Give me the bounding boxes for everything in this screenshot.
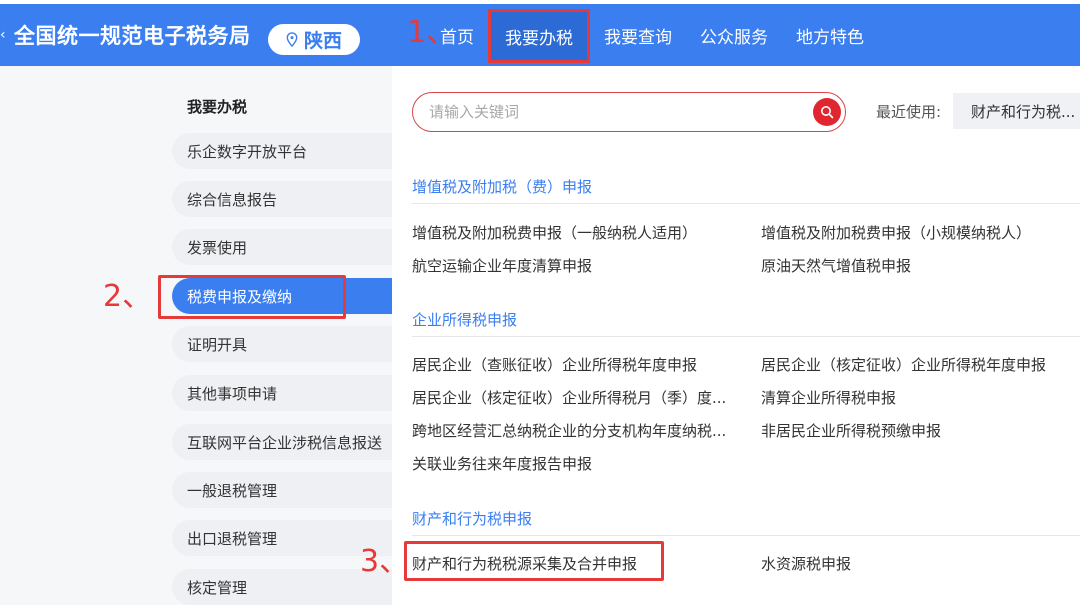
- main-nav: 首页 我要办税 我要查询 公众服务 地方特色: [440, 4, 878, 66]
- region-label: 陕西: [303, 30, 342, 52]
- sidebar-title: 我要办税: [187, 98, 248, 116]
- sidebar-item-internet-platform[interactable]: 互联网平台企业涉税信息报送: [172, 424, 392, 460]
- nav-query[interactable]: 我要查询: [590, 4, 686, 66]
- link-cit-liquidation[interactable]: 清算企业所得税申报: [761, 387, 896, 408]
- section-title-vat: 增值税及附加税（费）申报: [412, 178, 593, 196]
- link-air-transport[interactable]: 航空运输企业年度清算申报: [412, 255, 592, 276]
- sidebar-item-assessment[interactable]: 核定管理: [172, 569, 392, 605]
- sidebar-item-info-report[interactable]: 综合信息报告: [172, 181, 392, 217]
- sidebar-item-refund[interactable]: 一般退税管理: [172, 472, 392, 508]
- annotation-step-2: 2、: [103, 279, 153, 314]
- annotation-box-sidebar: [158, 275, 346, 319]
- region-selector[interactable]: 陕西: [268, 24, 360, 55]
- link-vat-general[interactable]: 增值税及附加税费申报（一般纳税人适用）: [412, 222, 697, 243]
- sidebar-item-invoice[interactable]: 发票使用: [172, 229, 392, 265]
- annotation-step-3: 3、: [360, 544, 410, 579]
- back-arrow-icon[interactable]: ‹: [0, 28, 6, 42]
- sidebar-item-leqi-platform[interactable]: 乐企数字开放平台: [172, 133, 392, 169]
- section-title-cit: 企业所得税申报: [412, 311, 518, 329]
- sidebar-item-certificate[interactable]: 证明开具: [172, 326, 392, 362]
- link-vat-small[interactable]: 增值税及附加税费申报（小规模纳税人）: [761, 222, 1031, 243]
- site-brand[interactable]: 全国统一规范电子税务局: [14, 20, 251, 50]
- link-cit-assessed-quarterly[interactable]: 居民企业（核定征收）企业所得税月（季）度...: [412, 387, 726, 408]
- sidebar-item-other-apply[interactable]: 其他事项申请: [172, 375, 392, 411]
- divider: [412, 535, 1080, 536]
- link-cit-branch-annual[interactable]: 跨地区经营汇总纳税企业的分支机构年度纳税...: [412, 420, 726, 441]
- link-cit-audit-annual[interactable]: 居民企业（查账征收）企业所得税年度申报: [412, 354, 697, 375]
- nav-local-features[interactable]: 地方特色: [782, 4, 878, 66]
- location-pin-icon: [286, 32, 298, 47]
- nav-public-service[interactable]: 公众服务: [686, 4, 782, 66]
- link-related-party[interactable]: 关联业务往来年度报告申报: [412, 453, 592, 474]
- nav-do-tax[interactable]: 我要办税: [488, 9, 590, 63]
- divider: [412, 336, 1080, 337]
- link-crude-oil[interactable]: 原油天然气增值税申报: [761, 255, 911, 276]
- recent-label: 最近使用:: [876, 103, 942, 121]
- annotation-step-1: 1、: [407, 15, 457, 50]
- search-button[interactable]: [813, 98, 841, 126]
- recent-tag[interactable]: 财产和行为税...: [953, 93, 1080, 129]
- link-cit-nonresident[interactable]: 非居民企业所得税预缴申报: [761, 420, 941, 441]
- link-cit-assessed-annual[interactable]: 居民企业（核定征收）企业所得税年度申报: [761, 354, 1046, 375]
- section-title-property: 财产和行为税申报: [412, 510, 533, 528]
- search-input[interactable]: [429, 93, 809, 130]
- link-water-resource[interactable]: 水资源税申报: [761, 553, 851, 574]
- top-navigation-bar: ‹ 全国统一规范电子税务局 陕西 首页 我要办税 我要查询 公众服务 地方特色: [0, 4, 1080, 66]
- sidebar-item-export-refund[interactable]: 出口退税管理: [172, 520, 392, 556]
- search-icon: [821, 106, 834, 119]
- search-bar: [412, 92, 846, 132]
- divider: [412, 203, 1080, 204]
- annotation-box-link: [404, 541, 664, 581]
